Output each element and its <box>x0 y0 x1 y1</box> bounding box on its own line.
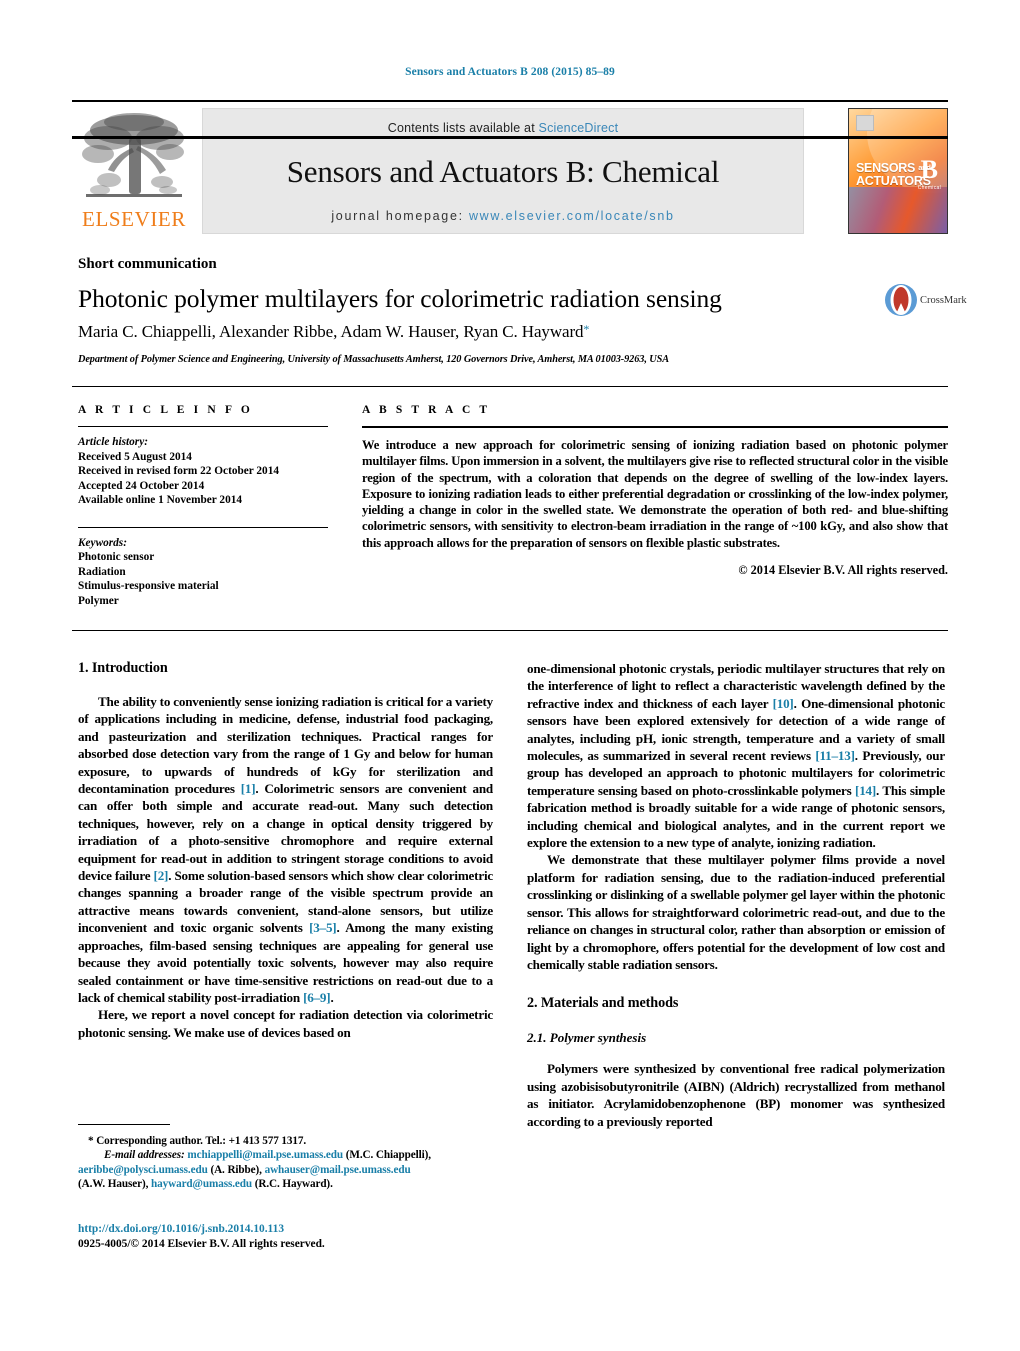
abstract-copyright: © 2014 Elsevier B.V. All rights reserved… <box>738 563 948 578</box>
masthead-grey-band: Contents lists available at ScienceDirec… <box>202 108 804 234</box>
subsection-heading-polymer-synthesis: 2.1. Polymer synthesis <box>527 1030 647 1046</box>
doi-link[interactable]: http://dx.doi.org/10.1016/j.snb.2014.10.… <box>78 1222 498 1237</box>
paragraph-intro-1: The ability to conveniently sense ionizi… <box>78 693 493 1006</box>
email-link[interactable]: aeribbe@polysci.umass.edu <box>78 1164 208 1176</box>
footnote-rule <box>78 1124 170 1125</box>
citation-ref[interactable]: [14] <box>855 783 876 798</box>
body-column-left: 1. Introduction The ability to convenien… <box>78 660 493 1041</box>
history-item: Available online 1 November 2014 <box>78 494 243 506</box>
author-list: Maria C. Chiappelli, Alexander Ribbe, Ad… <box>78 322 868 342</box>
cover-bottom-gradient <box>849 187 947 233</box>
journal-cover-thumbnail: SENSORS and ACTUATORS B Chemical <box>848 108 948 234</box>
history-item: Received 5 August 2014 <box>78 450 192 463</box>
abstract-bottom-rule <box>72 630 948 631</box>
email-link[interactable]: awhauser@mail.pse.umass.edu <box>265 1164 411 1176</box>
crossmark-badge[interactable]: CrossMark <box>884 283 967 325</box>
corresponding-author-note: * Corresponding author. Tel.: +1 413 577… <box>88 1135 307 1147</box>
citation-ref[interactable]: [6–9] <box>303 990 331 1005</box>
citation-ref[interactable]: [11–13] <box>815 748 855 763</box>
keyword-item: Stimulus-responsive material <box>78 580 219 592</box>
citation-ref[interactable]: [3–5] <box>309 920 337 935</box>
keyword-item: Radiation <box>78 565 126 578</box>
keywords-label: Keywords: <box>78 536 127 549</box>
footnote-block: * Corresponding author. Tel.: +1 413 577… <box>78 1124 498 1192</box>
email-addresses-line-2: aeribbe@polysci.umass.edu (A. Ribbe), aw… <box>78 1163 498 1177</box>
citation-ref[interactable]: [10] <box>773 696 794 711</box>
running-head: Sensors and Actuators B 208 (2015) 85–89 <box>405 66 615 78</box>
keyword-item: Polymer <box>78 594 119 607</box>
email-addresses-line-1: E-mail addresses: mchiappelli@mail.pse.u… <box>78 1148 498 1162</box>
abstract-column: A B S T R A C T We introduce a new appro… <box>362 404 948 578</box>
paragraph-polymer-synthesis: Polymers were synthesized by conventiona… <box>527 1061 945 1129</box>
article-info-heading: A R T I C L E I N F O <box>78 404 253 416</box>
journal-homepage-link[interactable]: www.elsevier.com/locate/snb <box>469 209 675 223</box>
citation-ref[interactable]: [2] <box>154 868 169 883</box>
email-owner: (M.C. Chiappelli), <box>343 1149 431 1162</box>
paragraph-intro-4: We demonstrate that these multilayer pol… <box>527 852 945 972</box>
sciencedirect-link[interactable]: ScienceDirect <box>539 121 619 135</box>
article-history-label: Article history: <box>78 436 148 448</box>
masthead-bottom-rule <box>72 136 948 139</box>
cover-line1: SENSORS <box>856 161 916 175</box>
author-affiliation: Department of Polymer Science and Engine… <box>78 354 670 365</box>
author-names: Maria C. Chiappelli, Alexander Ribbe, Ad… <box>78 322 584 341</box>
abstract-rule <box>362 426 948 428</box>
cover-title-text: SENSORS and ACTUATORS <box>856 161 931 188</box>
email-addresses-line-3: (A.W. Hauser), hayward@umass.edu (R.C. H… <box>78 1177 498 1191</box>
doi-block: http://dx.doi.org/10.1016/j.snb.2014.10.… <box>78 1222 498 1252</box>
issn-copyright-line: 0925-4005/© 2014 Elsevier B.V. All right… <box>78 1238 325 1250</box>
email-link[interactable]: mchiappelli@mail.pse.umass.edu <box>187 1149 343 1161</box>
article-info-column: A R T I C L E I N F O Article history: R… <box>78 404 328 608</box>
paper-page: Sensors and Actuators B 208 (2015) 85–89 <box>0 0 1020 1351</box>
cover-series-sub: Chemical <box>917 185 941 191</box>
page-title: Photonic polymer multilayers for colorim… <box>78 284 722 313</box>
para-text: . <box>330 989 334 1005</box>
elsevier-wordmark: ELSEVIER <box>82 207 186 231</box>
email-link[interactable]: hayward@umass.edu <box>151 1178 252 1190</box>
section-heading-introduction: 1. Introduction <box>78 660 168 676</box>
paragraph-intro-3: one-dimensional photonic crystals, perio… <box>527 660 945 851</box>
email-owner: (R.C. Hayward). <box>252 1178 333 1191</box>
crossmark-label: CrossMark <box>920 295 967 306</box>
keywords-rule <box>78 526 328 528</box>
email-addresses-label: E-mail addresses: <box>104 1149 185 1162</box>
title-bottom-rule <box>72 386 948 387</box>
article-type-label: Short communication <box>78 256 217 272</box>
citation-ref[interactable]: [1] <box>241 781 256 796</box>
history-item: Received in revised form 22 October 2014 <box>78 465 279 477</box>
article-history-block: Article history: Received 5 August 2014 … <box>78 435 328 508</box>
homepage-prefix: journal homepage: <box>331 209 469 223</box>
article-info-rule <box>78 426 328 427</box>
history-item: Accepted 24 October 2014 <box>78 479 205 492</box>
masthead-top-rule <box>72 100 948 102</box>
email-owner: (A. Ribbe), <box>207 1163 262 1176</box>
paragraph-intro-2: Here, we report a novel concept for radi… <box>78 1007 493 1040</box>
elsevier-logo: ELSEVIER <box>74 108 194 232</box>
journal-masthead: ELSEVIER Contents lists available at Sci… <box>72 100 948 236</box>
email-owner: (A.W. Hauser), <box>78 1178 149 1191</box>
elsevier-tree-icon <box>82 113 184 197</box>
corresponding-author-marker: * <box>583 322 590 336</box>
contents-prefix: Contents lists available at <box>387 121 539 135</box>
body-column-right: one-dimensional photonic crystals, perio… <box>527 660 945 1130</box>
crossmark-icon <box>885 284 917 316</box>
journal-title: Sensors and Actuators B: Chemical <box>286 154 720 189</box>
cover-series-letter: B <box>920 155 938 184</box>
journal-homepage-line: journal homepage: www.elsevier.com/locat… <box>203 209 803 223</box>
section-heading-materials-methods: 2. Materials and methods <box>527 995 679 1012</box>
contents-list-line: Contents lists available at ScienceDirec… <box>203 121 803 135</box>
abstract-heading: A B S T R A C T <box>362 404 491 416</box>
keyword-item: Photonic sensor <box>78 551 155 563</box>
abstract-text: We introduce a new approach for colorime… <box>362 438 948 550</box>
cover-elsevier-mark-icon <box>856 115 874 131</box>
keywords-block: Keywords: Photonic sensor Radiation Stim… <box>78 536 328 609</box>
